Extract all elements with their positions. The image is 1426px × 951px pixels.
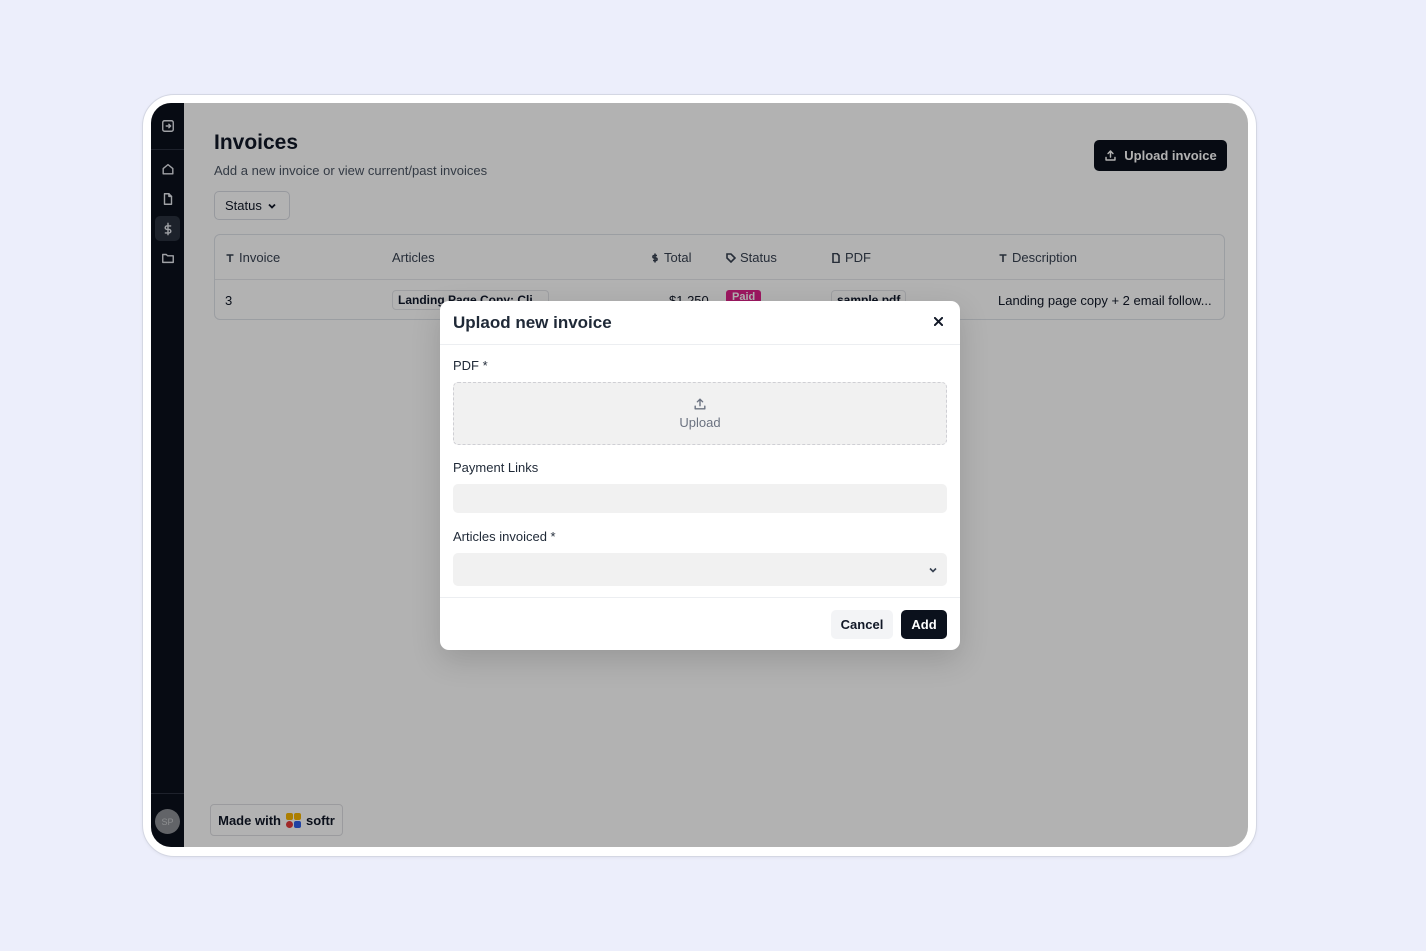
articles-invoiced-select[interactable] bbox=[453, 553, 947, 586]
dialog-title: Uplaod new invoice bbox=[453, 313, 612, 332]
payment-links-label: Payment Links bbox=[453, 460, 539, 475]
upload-icon bbox=[694, 398, 706, 410]
pdf-upload-dropzone[interactable]: Upload bbox=[453, 382, 947, 445]
add-button[interactable]: Add bbox=[901, 610, 947, 639]
cancel-button[interactable]: Cancel bbox=[831, 610, 893, 639]
close-button[interactable] bbox=[930, 313, 946, 329]
pdf-field-label: PDF * bbox=[453, 358, 488, 373]
dialog-footer-divider bbox=[440, 597, 960, 598]
chevron-down-icon bbox=[929, 567, 937, 573]
upload-text: Upload bbox=[679, 415, 721, 430]
upload-invoice-dialog: Uplaod new invoice PDF * Upload Payment … bbox=[440, 301, 960, 650]
dialog-header-divider bbox=[440, 344, 960, 345]
payment-links-input[interactable] bbox=[453, 484, 947, 513]
articles-invoiced-label: Articles invoiced * bbox=[453, 529, 556, 544]
close-icon bbox=[933, 316, 943, 326]
